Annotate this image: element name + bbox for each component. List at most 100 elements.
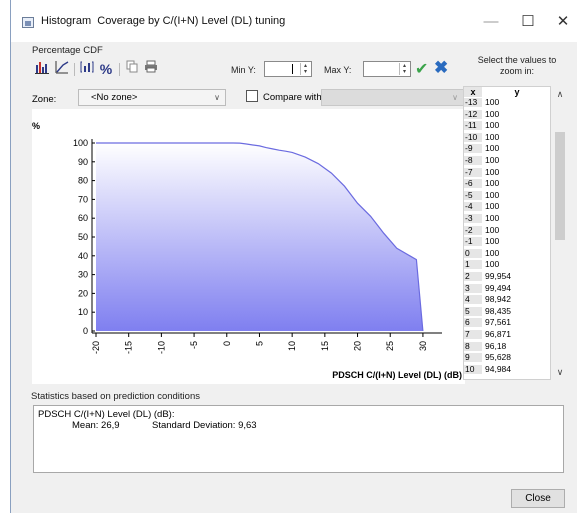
stats-mean: Mean: 26,9 — [72, 420, 120, 431]
cell-x: 5 — [464, 306, 482, 316]
title-bar: Histogram Coverage by C/(I+N) Level (DL)… — [11, 0, 577, 42]
table-row[interactable]: 2 99,954 — [464, 272, 550, 281]
y-tick-label: 20 — [78, 288, 88, 298]
line-chart-icon — [55, 61, 69, 74]
cell-x: -8 — [464, 156, 482, 165]
scroll-down-icon[interactable]: ∨ — [551, 364, 569, 380]
table-row[interactable]: -9 100 — [464, 144, 550, 154]
cancel-cross-icon[interactable]: ✖ — [434, 58, 448, 78]
cell-x: 10 — [464, 364, 482, 374]
chevron-down-icon: ∨ — [452, 93, 458, 102]
cell-x: 8 — [464, 341, 482, 351]
cell-x: -13 — [464, 98, 482, 107]
table-row[interactable]: 4 98,942 — [464, 295, 550, 305]
y-tick-label: 40 — [78, 251, 88, 261]
cell-y: 96,871 — [485, 329, 511, 339]
table-row[interactable]: 3 99,494 — [464, 282, 550, 293]
table-row[interactable]: -1 100 — [464, 237, 550, 247]
x-tick-label: 20 — [353, 341, 363, 351]
max-y-stepper[interactable]: ▴ ▾ — [399, 63, 409, 75]
cell-y: 100 — [485, 155, 500, 165]
cell-x: -4 — [464, 202, 482, 212]
table-row[interactable]: 0 100 — [464, 248, 550, 258]
scrollbar-thumb[interactable] — [555, 132, 565, 240]
table-row[interactable]: 1 100 — [464, 260, 550, 270]
table-row[interactable]: 6 97,561 — [464, 317, 550, 328]
close-window-button[interactable]: ✕ — [548, 10, 577, 34]
percent-toggle-button[interactable]: % — [98, 60, 114, 78]
table-row[interactable]: 10 94,984 — [464, 363, 550, 374]
cell-y: 100 — [485, 201, 500, 212]
scroll-up-icon[interactable]: ∧ — [551, 86, 569, 102]
y-tick-label: 100 — [73, 138, 88, 148]
maximize-button[interactable]: ☐ — [513, 10, 543, 34]
window-title-subtitle: Coverage by C/(I+N) Level (DL) tuning — [97, 15, 286, 27]
table-row[interactable]: -8 100 — [464, 155, 550, 165]
table-row[interactable]: 5 98,435 — [464, 306, 550, 316]
cell-x: 9 — [464, 353, 482, 363]
max-y-input[interactable]: ▴ ▾ — [363, 61, 411, 77]
zoom-values-table[interactable]: x y -13 100 -12 100 -11 100 -10 100 -9 100 -8 100 -7… — [463, 86, 551, 380]
table-scrollbar[interactable]: ∧ ∨ — [551, 86, 569, 380]
zone-dropdown[interactable]: <No zone> ∨ — [78, 89, 226, 106]
table-row[interactable]: -3 100 — [464, 213, 550, 223]
table-row[interactable]: 9 95,628 — [464, 353, 550, 363]
y-axis-label: % — [32, 121, 40, 131]
window-title-main: Histogram — [41, 15, 92, 27]
inverse-cdf-button[interactable] — [79, 60, 95, 78]
y-tick-label: 0 — [83, 326, 88, 336]
cell-x: -7 — [464, 167, 482, 177]
table-row[interactable]: -7 100 — [464, 166, 550, 177]
chevron-down-icon: ∨ — [214, 93, 220, 102]
cdf-view-button[interactable] — [54, 60, 70, 78]
stats-metric: PDSCH C/(I+N) Level (DL) (dB): — [38, 409, 175, 420]
cell-y: 99,494 — [485, 282, 511, 293]
y-tick-label: 70 — [78, 194, 88, 204]
y-tick-label: 10 — [78, 307, 88, 317]
table-row[interactable]: -5 100 — [464, 190, 550, 200]
x-tick-label: 30 — [418, 341, 428, 351]
table-row[interactable]: -11 100 — [464, 121, 550, 131]
y-tick-label: 90 — [78, 157, 88, 167]
y-tick-label: 80 — [78, 176, 88, 186]
y-tick-label: 60 — [78, 213, 88, 223]
table-row[interactable]: -10 100 — [464, 132, 550, 142]
min-y-input[interactable]: ▴ ▾ — [264, 61, 312, 77]
cell-y: 94,984 — [485, 363, 511, 374]
table-row[interactable]: -6 100 — [464, 179, 550, 189]
min-y-stepper[interactable]: ▴ ▾ — [300, 63, 310, 75]
cell-x: -1 — [464, 237, 482, 247]
bracket-chart-icon — [80, 61, 94, 73]
copy-button[interactable] — [124, 60, 140, 78]
stats-textbox[interactable]: PDSCH C/(I+N) Level (DL) (dB): Mean: 26,… — [33, 405, 564, 473]
histogram-view-button[interactable] — [34, 60, 50, 78]
cell-x: -10 — [464, 132, 482, 142]
compare-checkbox[interactable] — [246, 90, 258, 102]
minimize-button[interactable]: — — [476, 10, 506, 34]
cdf-group-label: Percentage CDF — [32, 45, 103, 56]
compare-dropdown[interactable]: ∨ — [321, 89, 464, 106]
min-y-label: Min Y: — [231, 65, 256, 75]
table-row[interactable]: 8 96,18 — [464, 341, 550, 351]
cdf-chart: % 0 10 20 30 40 50 60 70 80 90 100 -20 -15 -10 -5 0 5 10 15… — [32, 109, 465, 384]
cdf-chart-svg: % 0 10 20 30 40 50 60 70 80 90 100 -20 -15 -10 -5 0 5 10 15… — [32, 121, 462, 380]
text-caret — [292, 64, 293, 74]
cell-x: -3 — [464, 214, 482, 223]
table-row[interactable]: 7 96,871 — [464, 329, 550, 339]
cell-y: 97,561 — [485, 317, 511, 328]
apply-check-icon[interactable]: ✔ — [415, 59, 428, 79]
table-row[interactable]: -13 100 — [464, 98, 550, 107]
zone-label: Zone: — [32, 94, 57, 105]
print-button[interactable] — [143, 60, 159, 78]
cell-y: 100 — [485, 166, 500, 177]
cell-x: -5 — [464, 190, 482, 200]
compare-label: Compare with: — [263, 92, 325, 103]
table-row[interactable]: -4 100 — [464, 201, 550, 212]
close-button[interactable]: Close — [511, 489, 565, 508]
table-row[interactable]: -12 100 — [464, 109, 550, 119]
cell-x: -9 — [464, 144, 482, 154]
cell-x: 7 — [464, 330, 482, 339]
table-row[interactable]: -2 100 — [464, 225, 550, 235]
cell-y: 100 — [485, 213, 500, 223]
background-strip — [0, 0, 10, 513]
